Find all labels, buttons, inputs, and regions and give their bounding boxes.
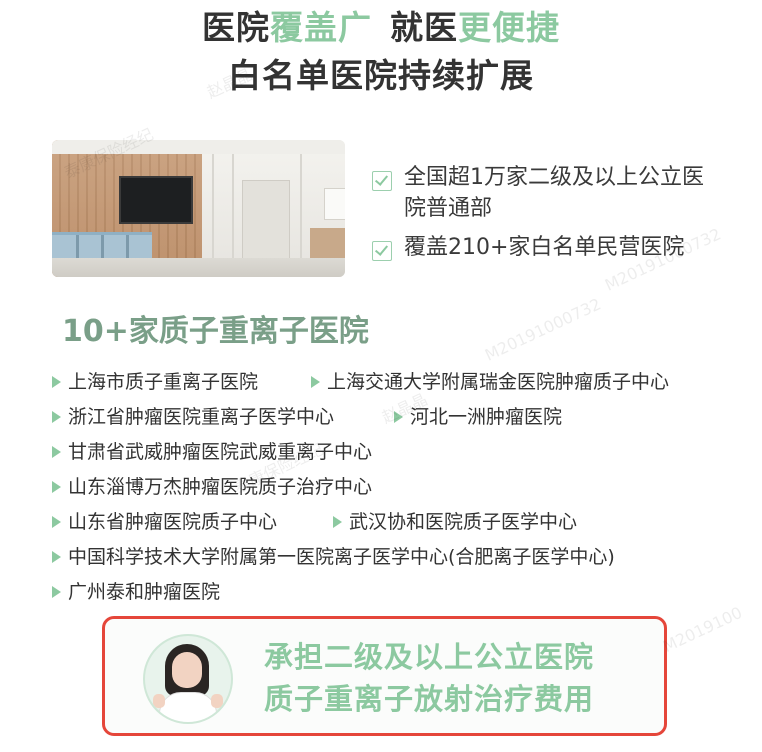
banner-line-1: 承担二级及以上公立医院	[264, 640, 595, 674]
headline-highlight: 更便捷	[458, 8, 560, 47]
triangle-bullet-icon	[52, 551, 61, 563]
headline-text: 医院	[202, 8, 270, 47]
list-item: 上海市质子重离子医院	[52, 369, 258, 395]
checkbox-icon	[372, 171, 392, 191]
hospital-name: 浙江省肿瘤医院重离子医学中心	[68, 406, 335, 428]
hospital-name: 武汉协和医院质子医学中心	[349, 511, 578, 533]
headline-line-2: 白名单医院持续扩展	[228, 56, 534, 95]
triangle-bullet-icon	[52, 411, 61, 423]
check-item: 全国超1万家二级及以上公立医院普通部	[372, 162, 724, 224]
watermark: M20191000732	[481, 294, 604, 365]
list-item: 武汉协和医院质子医学中心	[333, 509, 577, 535]
triangle-bullet-icon	[52, 446, 61, 458]
hospital-name: 河北一洲肿瘤医院	[410, 406, 563, 428]
checkbox-icon	[372, 241, 392, 261]
hospital-name: 山东省肿瘤医院质子中心	[68, 511, 278, 533]
coverage-banner[interactable]: 承担二级及以上公立医院 质子重离子放射治疗费用	[102, 616, 667, 736]
list-item: 山东省肿瘤医院质子中心	[52, 509, 277, 535]
headline-text: 就医	[390, 8, 458, 47]
triangle-bullet-icon	[394, 411, 403, 423]
thumbs-up-icon	[153, 694, 165, 708]
banner-line-2: 质子重离子放射治疗费用	[264, 682, 595, 716]
list-item: 上海交通大学附属瑞金医院肿瘤质子中心	[311, 369, 669, 395]
hospital-name: 广州泰和肿瘤医院	[68, 581, 221, 603]
check-item: 覆盖210+家白名单民营医院	[372, 232, 724, 263]
triangle-bullet-icon	[52, 481, 61, 493]
triangle-bullet-icon	[52, 376, 61, 388]
triangle-bullet-icon	[52, 586, 61, 598]
hospital-name: 中国科学技术大学附属第一医院离子医学中心(合肥离子医学中心)	[68, 546, 615, 568]
check-item-label: 覆盖210+家白名单民营医院	[404, 235, 685, 260]
headline-line-1: 医院覆盖广 就医更便捷	[0, 8, 762, 48]
list-item: 中国科学技术大学附属第一医院离子医学中心(合肥离子医学中心)	[52, 544, 615, 570]
hospital-name: 甘肃省武威肿瘤医院武威重离子中心	[68, 441, 373, 463]
avatar	[143, 634, 233, 724]
hospital-room-image	[52, 140, 345, 277]
triangle-bullet-icon	[52, 516, 61, 528]
tv-screen	[119, 176, 193, 224]
triangle-bullet-icon	[311, 376, 320, 388]
watermark: M2019100	[659, 602, 746, 657]
list-item: 广州泰和肿瘤医院	[52, 579, 220, 605]
hospital-name: 上海市质子重离子医院	[68, 371, 259, 393]
list-item: 浙江省肿瘤医院重离子医学中心	[52, 404, 334, 430]
thumbs-up-icon	[211, 694, 223, 708]
list-item: 山东淄博万杰肿瘤医院质子治疗中心	[52, 474, 372, 500]
headline-highlight: 覆盖广	[270, 8, 372, 47]
check-item-label: 全国超1万家二级及以上公立医院普通部	[404, 165, 704, 221]
list-item: 河北一洲肿瘤医院	[394, 404, 562, 430]
triangle-bullet-icon	[333, 516, 342, 528]
hospital-name: 山东淄博万杰肿瘤医院质子治疗中心	[68, 476, 373, 498]
hospital-name: 上海交通大学附属瑞金医院肿瘤质子中心	[327, 371, 670, 393]
section-title: 10+家质子重离子医院	[62, 314, 369, 349]
list-item: 甘肃省武威肿瘤医院武威重离子中心	[52, 439, 372, 465]
